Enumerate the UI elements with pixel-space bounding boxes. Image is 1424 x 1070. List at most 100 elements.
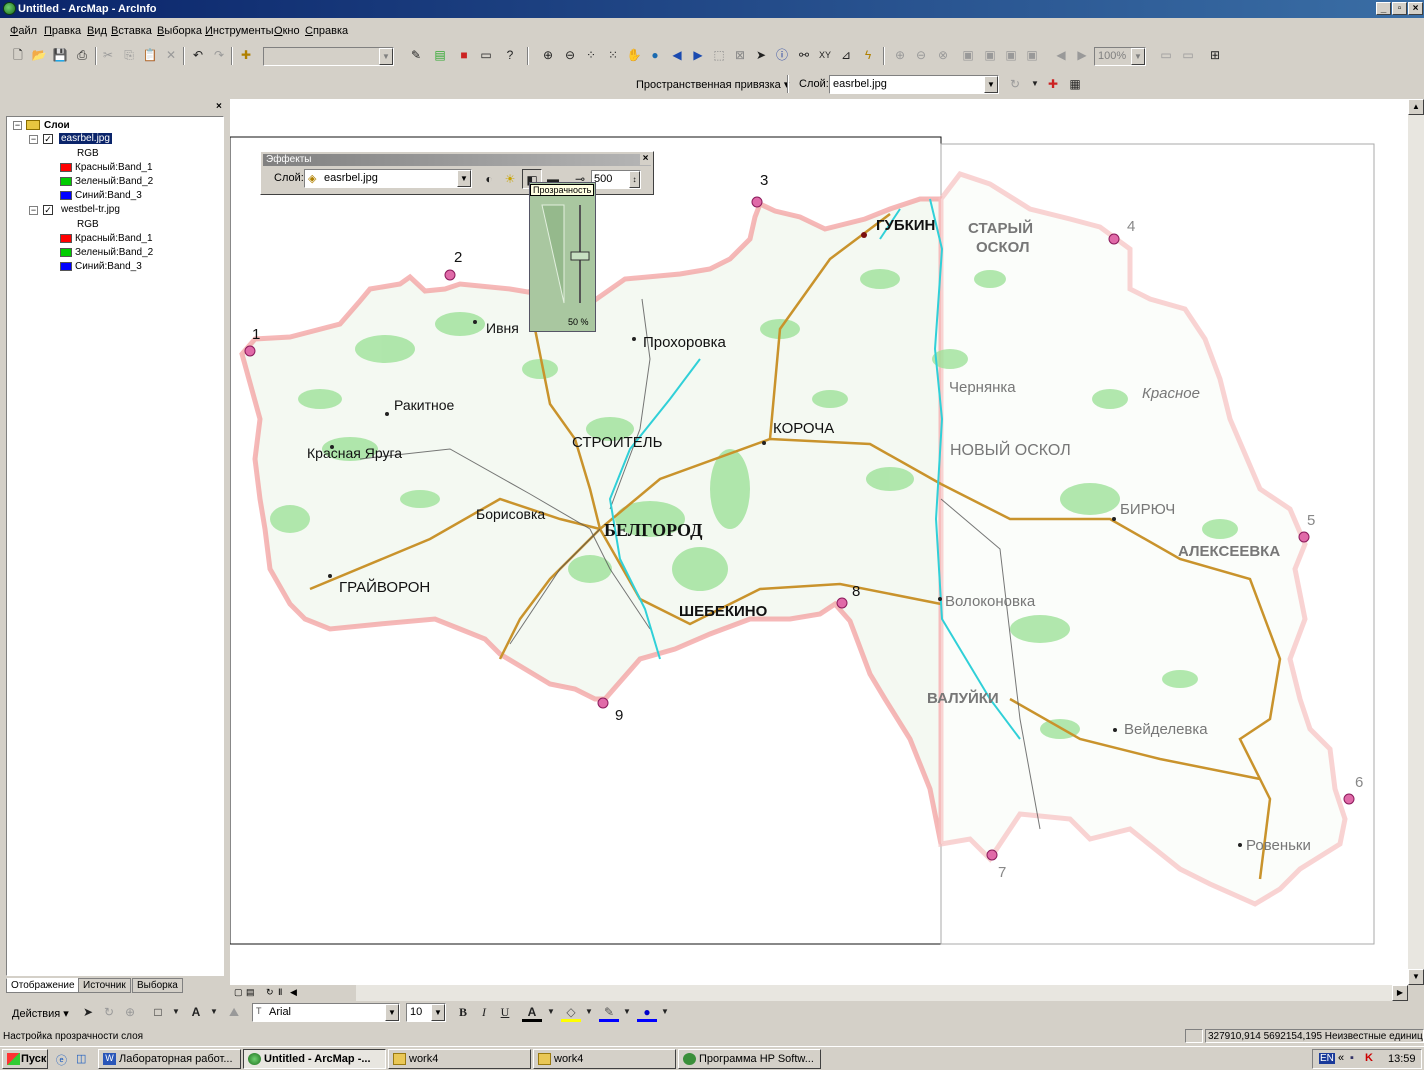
toggle-draft-icon[interactable]: ▭ [1156, 45, 1176, 65]
collapse-icon[interactable]: − [29, 135, 38, 144]
text-tool-icon[interactable]: A [186, 1002, 206, 1022]
language-indicator[interactable]: EN [1319, 1053, 1335, 1064]
select-elements-icon[interactable]: ➤ [78, 1002, 98, 1022]
georeferencing-menu[interactable]: Пространственная привязка ▾ [636, 78, 789, 91]
scroll-left-icon[interactable]: ◀ [290, 987, 297, 998]
arccatalog-icon[interactable]: ▤ [430, 45, 450, 65]
georef-layer-combo[interactable]: easrbel.jpg ▼ [829, 75, 999, 94]
edit-vertices-icon[interactable]: ⛰ [224, 1002, 244, 1022]
layer-visibility-checkbox[interactable]: ✓ [43, 205, 53, 215]
transparency-slider[interactable] [540, 203, 590, 308]
add-data-icon[interactable]: ✚ [236, 45, 256, 65]
back-arrow-icon[interactable]: ◀ [667, 45, 687, 65]
horizontal-scrollbar[interactable]: ▶ [356, 985, 1408, 1001]
clear-selection-icon[interactable]: ⊠ [730, 45, 750, 65]
map-scale-combo[interactable]: ▼ [263, 47, 394, 66]
zoom-100-icon[interactable]: ▣ [980, 45, 1000, 65]
rotate-icon[interactable]: ↻ [1005, 74, 1025, 94]
tab-selection[interactable]: Выборка [132, 978, 183, 993]
paste-icon[interactable]: 📋 [140, 45, 160, 65]
task-hp-software[interactable]: Программа HP Softw... [678, 1049, 821, 1069]
chevron-down-icon[interactable]: ▼ [617, 1002, 637, 1022]
add-control-points-icon[interactable]: ✚ [1043, 74, 1063, 94]
focus-data-frame-icon[interactable]: ▭ [1178, 45, 1198, 65]
rotate-icon[interactable]: ↻ [99, 1002, 119, 1022]
zoom-whole-page-icon[interactable]: ▣ [958, 45, 978, 65]
full-extent-globe-icon[interactable]: ● [645, 45, 665, 65]
chevron-down-icon[interactable]: ▼ [204, 1002, 224, 1022]
redo-icon[interactable]: ↷ [209, 45, 229, 65]
forward-arrow-icon[interactable]: ▶ [688, 45, 708, 65]
identify-icon[interactable]: ⓘ [772, 45, 792, 65]
fixed-zoom-in-icon[interactable]: ⁘ [581, 45, 601, 65]
fixed-zoom-in-page-icon[interactable]: ▣ [1001, 45, 1021, 65]
tab-display[interactable]: Отображение [6, 978, 80, 993]
delete-icon[interactable]: ✕ [161, 45, 181, 65]
menu-insert[interactable]: Вставка [111, 25, 152, 37]
font-color-icon[interactable]: A [522, 1002, 542, 1022]
select-features-icon[interactable]: ⬚ [709, 45, 729, 65]
zoom-out-icon[interactable]: ⊖ [560, 45, 580, 65]
editor-toolbar-icon[interactable]: ✎ [406, 45, 426, 65]
layout-view-icon[interactable]: ▤ [246, 987, 255, 998]
scroll-right-icon[interactable]: ▶ [1392, 985, 1408, 1001]
go-to-xy-icon[interactable]: XY [815, 45, 835, 65]
select-elements-icon[interactable]: ➤ [751, 45, 771, 65]
cut-icon[interactable]: ✂ [98, 45, 118, 65]
effects-layer-combo[interactable]: ◈ easrbel.jpg ▼ [304, 169, 472, 188]
undo-icon[interactable]: ↶ [188, 45, 208, 65]
start-button[interactable]: Пуск [2, 1049, 48, 1069]
print-icon[interactable]: ⎙ [72, 45, 92, 65]
close-icon[interactable]: × [216, 101, 222, 112]
fixed-zoom-out-icon[interactable]: ⁙ [603, 45, 623, 65]
flicker-rate-input[interactable]: 500 ↕ [591, 170, 641, 189]
bold-button[interactable]: B [453, 1002, 473, 1022]
page-forward-icon[interactable]: ▶ [1072, 45, 1092, 65]
restore-button[interactable]: ▫ [1392, 2, 1407, 15]
italic-button[interactable]: I [474, 1002, 494, 1022]
pause-drawing-icon[interactable]: Ⅱ [278, 987, 282, 998]
font-name-combo[interactable]: T Arial ▼ [252, 1003, 400, 1022]
command-line-icon[interactable]: ▭ [476, 45, 496, 65]
layout-zoom-out-icon[interactable]: ⊖ [911, 45, 931, 65]
menu-window[interactable]: Окно [274, 25, 300, 37]
refresh-icon[interactable]: ↻ [266, 987, 274, 998]
menu-edit[interactable]: Правка [44, 25, 81, 37]
ie-icon[interactable]: ⓔ [56, 1052, 67, 1068]
vertical-scrollbar[interactable]: ▲ ▼ [1408, 99, 1424, 985]
close-button[interactable]: × [1408, 2, 1423, 15]
map-view[interactable]: 1 2 3 4 5 6 7 8 9 ГУБКИН СТАРЫЙ ОСКОЛ Ив… [230, 99, 1408, 985]
chevron-down-icon[interactable]: ▼ [1025, 74, 1045, 94]
zoom-percent-combo[interactable]: 100% ▼ [1094, 47, 1146, 66]
chevron-down-icon[interactable]: ▼ [166, 1002, 186, 1022]
menu-view[interactable]: Вид [87, 25, 107, 37]
data-view-icon[interactable]: ▢ [234, 987, 243, 998]
arctoolbox-icon[interactable]: ■ [454, 45, 474, 65]
chevron-down-icon[interactable]: ▼ [655, 1002, 675, 1022]
menu-help[interactable]: Справка [305, 25, 348, 37]
layer-name-easrbel[interactable]: easrbel.jpg [59, 133, 112, 144]
save-icon[interactable]: 💾 [50, 45, 70, 65]
fixed-zoom-out-page-icon[interactable]: ▣ [1022, 45, 1042, 65]
data-frame-label[interactable]: Слои [44, 120, 70, 131]
page-back-icon[interactable]: ◀ [1051, 45, 1071, 65]
menu-tools[interactable]: Инструменты [205, 25, 274, 37]
hyperlink-icon[interactable]: ϟ [858, 45, 878, 65]
tray-expand-icon[interactable]: « [1338, 1052, 1344, 1064]
zoom-to-selected-icon[interactable]: ⊕ [120, 1002, 140, 1022]
layout-pan-icon[interactable]: ⊗ [933, 45, 953, 65]
find-binoculars-icon[interactable]: ⚯ [794, 45, 814, 65]
brightness-sun-icon[interactable]: ☀ [500, 169, 520, 189]
layer-name-westbel[interactable]: westbel-tr.jpg [61, 204, 120, 215]
chevron-down-icon[interactable]: ▼ [579, 1002, 599, 1022]
font-size-combo[interactable]: 10 ▼ [406, 1003, 446, 1022]
antivirus-icon[interactable]: K [1365, 1052, 1373, 1064]
measure-icon[interactable]: ⊿ [836, 45, 856, 65]
copy-icon[interactable]: ⎘ [119, 45, 139, 65]
network-icon[interactable]: ▪ [1350, 1052, 1354, 1064]
menu-file[interactable]: Файл [10, 25, 37, 37]
layer-visibility-checkbox[interactable]: ✓ [43, 134, 53, 144]
task-lab-work[interactable]: W Лабораторная работ... [98, 1049, 241, 1069]
chevron-down-icon[interactable]: ▼ [541, 1002, 561, 1022]
open-icon[interactable]: 📂 [29, 45, 49, 65]
